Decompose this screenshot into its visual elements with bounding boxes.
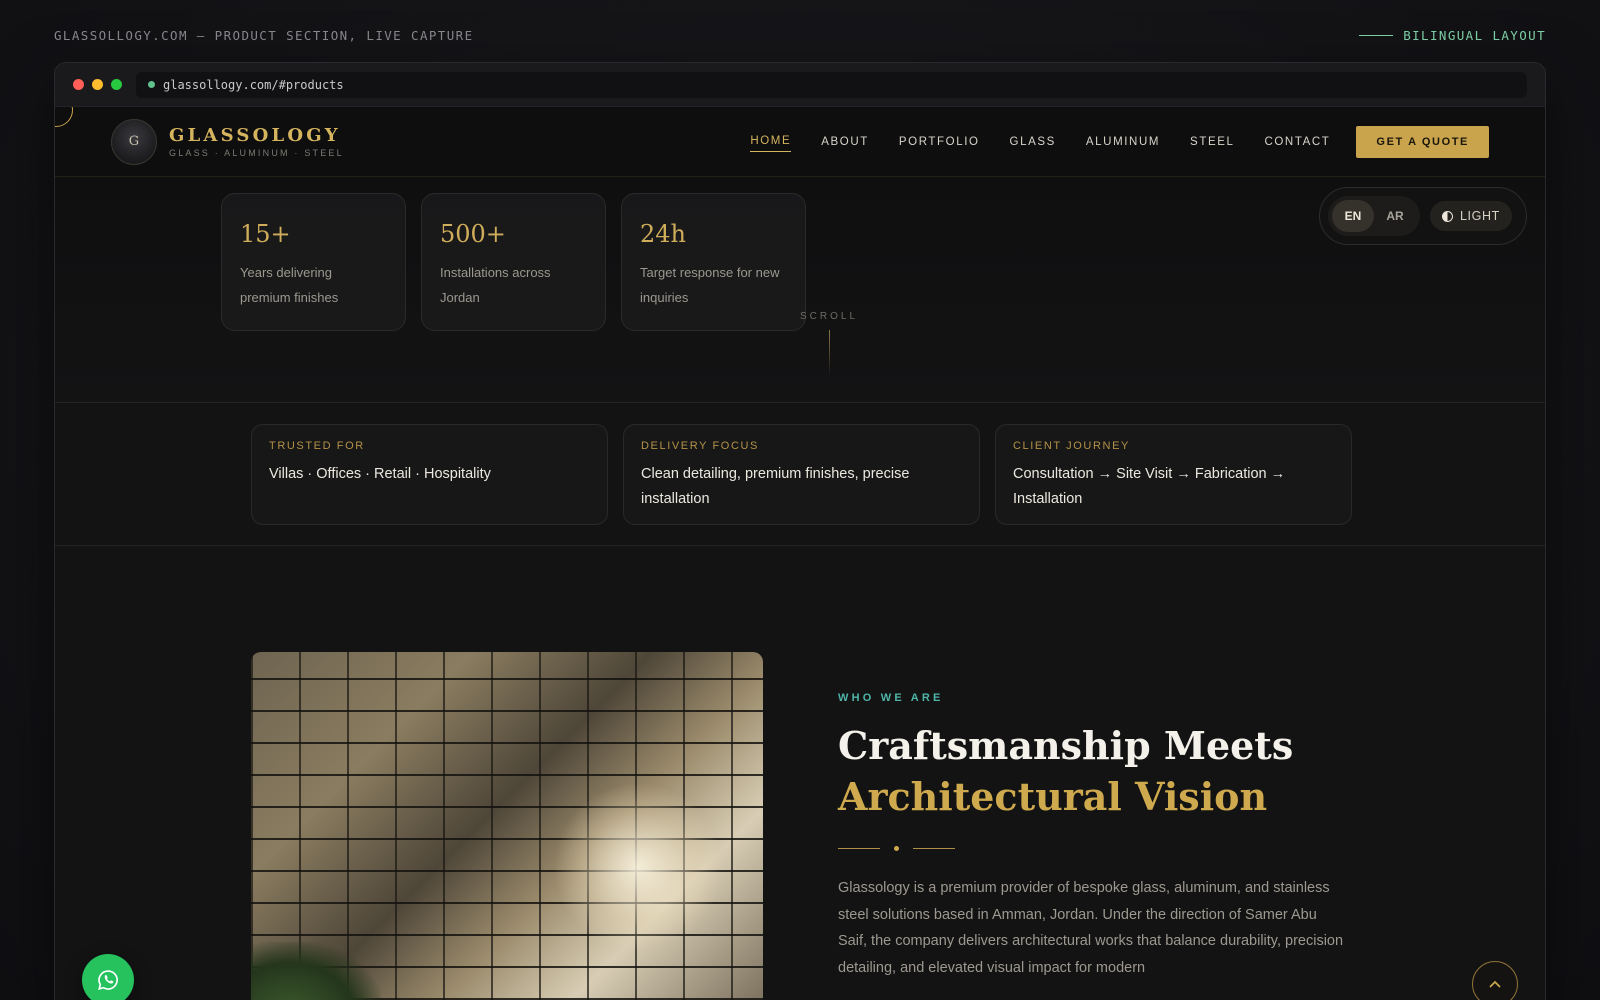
nav-aluminum[interactable]: ALUMINUM — [1086, 132, 1160, 152]
stat-description: Target response for new inquiries — [640, 265, 780, 305]
divider-line — [838, 848, 880, 849]
brand-tagline: GLASS · ALUMINUM · STEEL — [169, 148, 344, 158]
plant-decoration — [251, 942, 381, 1000]
language-switcher: EN AR — [1328, 196, 1420, 236]
nav-glass[interactable]: GLASS — [1010, 132, 1056, 152]
hero-stats-section: 15+ Years delivering premium finishes 50… — [55, 177, 1545, 403]
highlight-card: CLIENT JOURNEY Consultation → Site Visit… — [995, 424, 1352, 525]
nav-contact[interactable]: CONTACT — [1264, 132, 1330, 152]
brand-logo[interactable]: G GLASSOLOGY GLASS · ALUMINUM · STEEL — [111, 118, 344, 165]
brand-name: GLASSOLOGY — [169, 125, 341, 146]
about-eyebrow: WHO WE ARE — [838, 692, 944, 704]
stat-description: Installations across Jordan — [440, 265, 551, 305]
main-nav: HOME ABOUT PORTFOLIO GLASS ALUMINUM STEE… — [750, 131, 1330, 152]
theme-toggle-label: LIGHT — [1460, 209, 1500, 223]
about-headline: Craftsmanship Meets Architectural Vision — [838, 720, 1358, 822]
highlight-card: TRUSTED FOR Villas · Offices · Retail · … — [251, 424, 608, 525]
stat-card: 15+ Years delivering premium finishes — [221, 193, 406, 331]
highlight-text: Villas · Offices · Retail · Hospitality — [269, 466, 491, 482]
scroll-indicator[interactable]: SCROLL — [800, 311, 858, 376]
lamp-glow — [553, 782, 723, 952]
mirror-wall-photo — [251, 652, 763, 1000]
close-window-dot[interactable] — [73, 79, 84, 90]
nav-home[interactable]: HOME — [750, 131, 792, 152]
chevron-up-icon — [1489, 980, 1501, 988]
divider-dot — [894, 846, 899, 851]
highlight-label: CLIENT JOURNEY — [1013, 440, 1130, 452]
headline-divider — [838, 846, 1358, 851]
stat-value: 500+ — [440, 220, 506, 248]
layout-tag-label: BILINGUAL LAYOUT — [1403, 28, 1546, 43]
divider-line — [913, 848, 955, 849]
stat-card: 500+ Installations across Jordan — [421, 193, 606, 331]
highlights-section: TRUSTED FOR Villas · Offices · Retail · … — [55, 403, 1545, 546]
browser-chrome: glassollogy.com/#products — [55, 63, 1545, 107]
whatsapp-icon — [98, 970, 118, 990]
whatsapp-button[interactable] — [82, 954, 134, 1000]
capture-caption: GLASSOLLOGY.COM — PRODUCT SECTION, LIVE … — [54, 28, 474, 43]
nav-steel[interactable]: STEEL — [1190, 132, 1234, 152]
address-bar[interactable]: glassollogy.com/#products — [136, 71, 1527, 98]
back-to-top-button[interactable] — [1472, 961, 1518, 1000]
website-page: G GLASSOLOGY GLASS · ALUMINUM · STEEL HO… — [55, 107, 1545, 1000]
headline-line-2: Architectural Vision — [838, 774, 1268, 819]
highlight-text: Clean detailing, premium finishes, preci… — [641, 466, 910, 507]
theme-toggle-button[interactable]: LIGHT — [1430, 201, 1512, 231]
stat-value: 15+ — [240, 220, 291, 248]
stat-value: 24h — [640, 220, 686, 248]
stats-row: 15+ Years delivering premium finishes 50… — [221, 193, 806, 331]
highlight-card: DELIVERY FOCUS Clean detailing, premium … — [623, 424, 980, 525]
secure-indicator-icon — [148, 81, 155, 88]
highlight-label: DELIVERY FOCUS — [641, 440, 759, 452]
minimize-window-dot[interactable] — [92, 79, 103, 90]
stat-card: 24h Target response for new inquiries — [621, 193, 806, 331]
highlight-label: TRUSTED FOR — [269, 440, 365, 452]
about-intro: WHO WE ARE Craftsmanship Meets Architect… — [838, 692, 1358, 981]
logo-emblem-icon: G — [111, 118, 157, 165]
headline-line-1: Craftsmanship Meets — [838, 723, 1294, 768]
about-body: Glassology is a premium provider of besp… — [838, 880, 1344, 976]
stat-description: Years delivering premium finishes — [240, 265, 339, 305]
preferences-panel: EN AR LIGHT — [1319, 187, 1527, 245]
maximize-window-dot[interactable] — [111, 79, 122, 90]
highlight-text: Consultation → Site Visit → Fabrication … — [1013, 466, 1286, 507]
site-header: G GLASSOLOGY GLASS · ALUMINUM · STEEL HO… — [55, 107, 1545, 177]
corner-ring-decoration — [55, 107, 73, 127]
half-moon-icon — [1442, 210, 1453, 222]
browser-window: glassollogy.com/#products G GLASSOLOGY G… — [54, 62, 1546, 1000]
about-section: WHO WE ARE Craftsmanship Meets Architect… — [55, 546, 1545, 1000]
address-url: glassollogy.com/#products — [163, 77, 344, 92]
get-quote-button[interactable]: GET A QUOTE — [1356, 125, 1489, 158]
nav-portfolio[interactable]: PORTFOLIO — [899, 132, 980, 152]
scroll-line — [828, 330, 830, 376]
layout-tag: BILINGUAL LAYOUT — [1359, 28, 1546, 43]
nav-about[interactable]: ABOUT — [821, 132, 869, 152]
lang-ar-button[interactable]: AR — [1374, 200, 1416, 232]
layout-tag-line — [1359, 35, 1394, 36]
highlight-cards: TRUSTED FOR Villas · Offices · Retail · … — [251, 424, 1352, 525]
scroll-label: SCROLL — [800, 311, 859, 322]
lang-en-button[interactable]: EN — [1332, 200, 1374, 232]
